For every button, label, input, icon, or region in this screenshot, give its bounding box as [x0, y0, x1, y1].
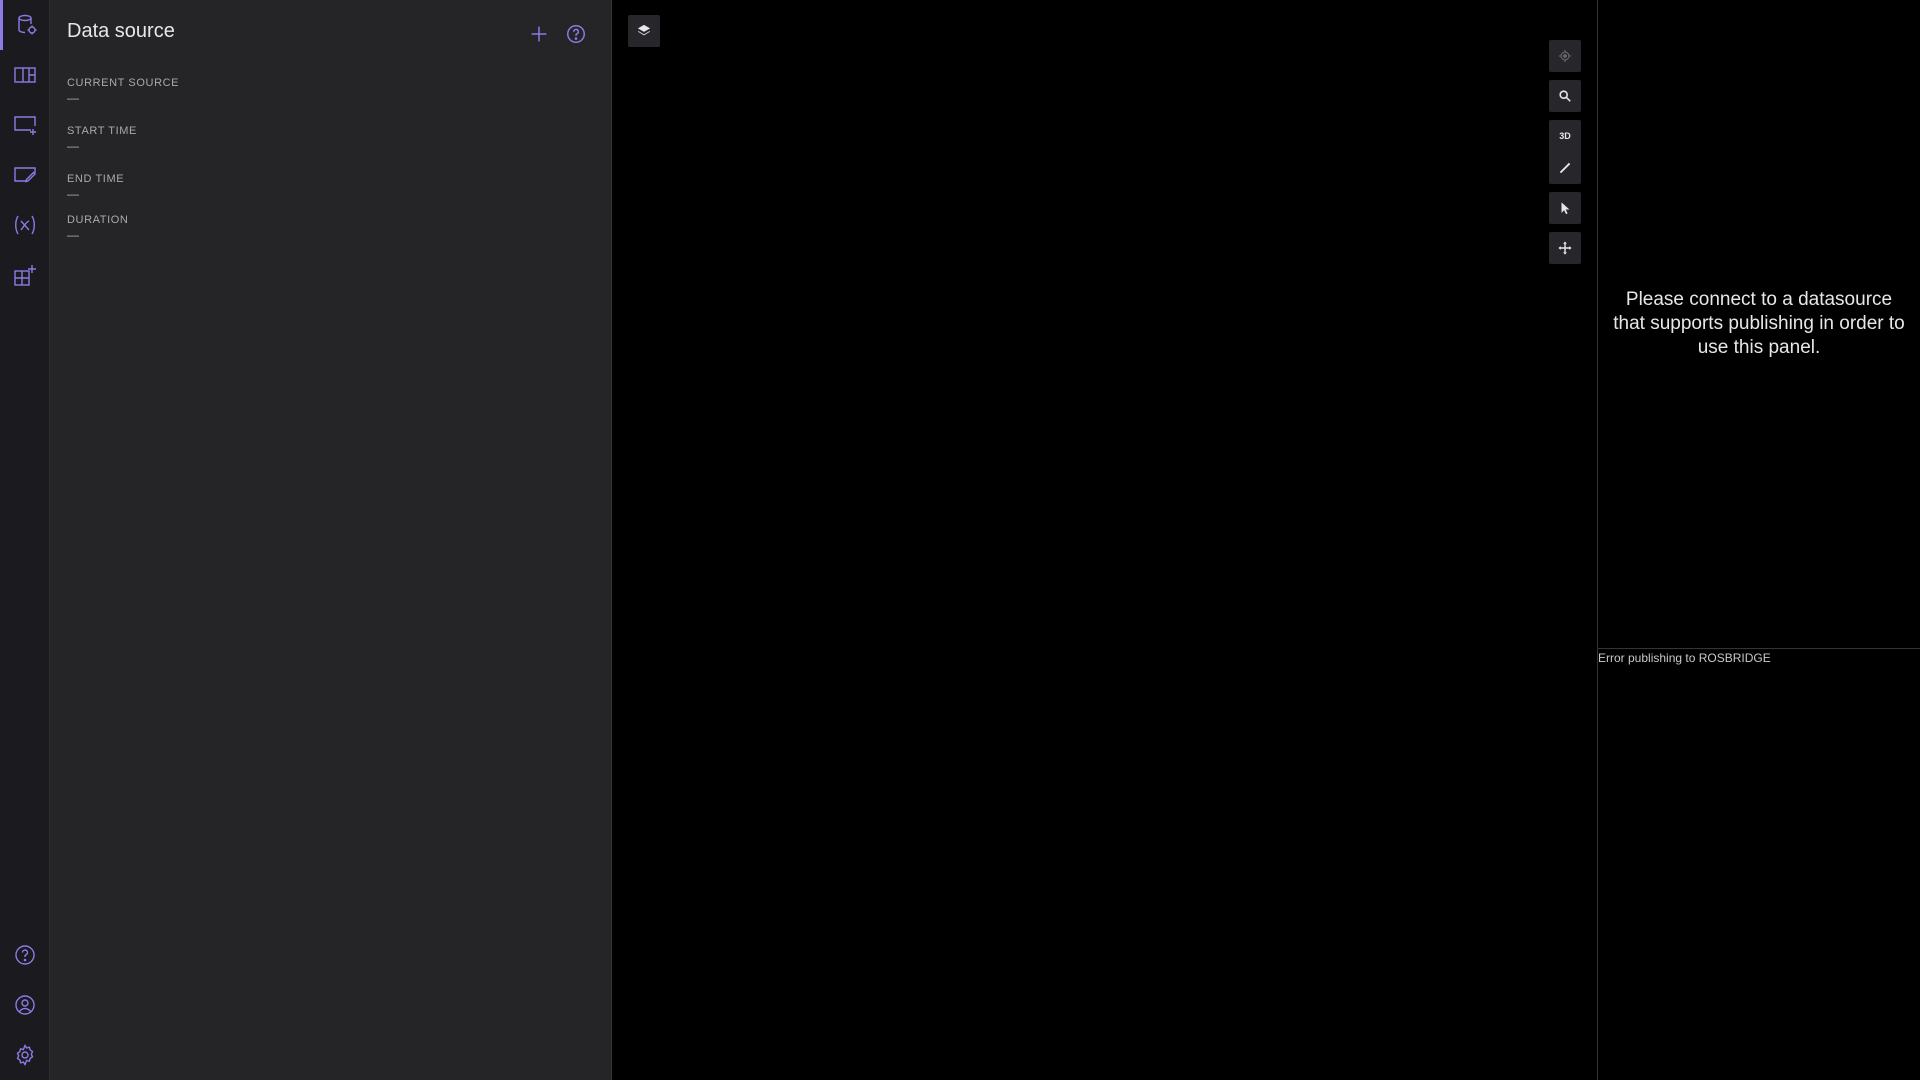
- toggle-3d-button[interactable]: 3D: [1549, 120, 1581, 152]
- field-label: END TIME: [67, 173, 125, 185]
- layers-icon: [637, 24, 651, 36]
- select-icon: [1561, 202, 1570, 215]
- field-label: CURRENT SOURCE: [67, 77, 180, 89]
- field-value: —: [67, 228, 79, 242]
- 3d-viewport[interactable]: 3D: [612, 0, 1598, 1080]
- measure-icon: [1559, 162, 1571, 174]
- panels-icon: [14, 67, 36, 83]
- help-nav-button[interactable]: [0, 930, 50, 980]
- settings-icon: [16, 1044, 34, 1066]
- view-mode-group: 3D: [1549, 120, 1581, 184]
- field-value: —: [67, 91, 79, 105]
- add-panel-icon: [14, 116, 36, 135]
- start-time-field: START TIME —: [67, 125, 137, 153]
- data-source-sidebar: Data source CURRENT SOURCE — START TIME …: [50, 0, 612, 1080]
- annotate-icon: [14, 167, 36, 183]
- search-icon: [1559, 90, 1571, 102]
- account-icon: [15, 995, 35, 1015]
- field-value: —: [67, 139, 79, 153]
- field-value: —: [67, 187, 79, 201]
- current-source-field: CURRENT SOURCE —: [67, 77, 179, 105]
- add-panel-nav-button[interactable]: [0, 100, 50, 150]
- plus-icon: [531, 26, 547, 42]
- recenter-button[interactable]: [1549, 40, 1581, 72]
- sidebar-title: Data source: [67, 20, 175, 42]
- publish-panel-message: Please connect to a datasource that supp…: [1613, 289, 1905, 358]
- account-nav-button[interactable]: [0, 980, 50, 1030]
- add-data-source-button[interactable]: [525, 20, 553, 48]
- panels-nav-button[interactable]: [0, 50, 50, 100]
- data-source-nav-button[interactable]: [0, 0, 50, 50]
- move-button[interactable]: [1549, 232, 1581, 264]
- layers-button[interactable]: [628, 15, 660, 47]
- error-message: Error publishing to ROSBRIDGE: [1598, 651, 1771, 665]
- field-label: START TIME: [67, 125, 137, 137]
- field-label: DURATION: [67, 214, 129, 226]
- measure-button[interactable]: [1549, 152, 1581, 184]
- publish-panel: Please connect to a datasource that supp…: [1598, 0, 1920, 648]
- status-panel: Error publishing to ROSBRIDGE: [1598, 648, 1920, 1080]
- end-time-field: END TIME —: [67, 173, 124, 201]
- toggle-3d-label: 3D: [1559, 131, 1571, 141]
- variables-icon: [15, 215, 35, 235]
- move-icon: [1558, 241, 1572, 255]
- duration-field: DURATION —: [67, 214, 128, 242]
- extensions-nav-button[interactable]: [0, 250, 50, 300]
- help-icon: [15, 945, 35, 965]
- data-source-icon: [17, 14, 36, 35]
- data-source-help-button[interactable]: [562, 20, 590, 48]
- help-circle-icon: [567, 25, 585, 43]
- left-icon-bar: [0, 0, 50, 1080]
- extensions-icon: [14, 265, 36, 286]
- search-button[interactable]: [1549, 80, 1581, 112]
- select-button[interactable]: [1549, 192, 1581, 224]
- annotate-nav-button[interactable]: [0, 150, 50, 200]
- variables-nav-button[interactable]: [0, 200, 50, 250]
- settings-nav-button[interactable]: [0, 1030, 50, 1080]
- recenter-icon: [1558, 49, 1572, 63]
